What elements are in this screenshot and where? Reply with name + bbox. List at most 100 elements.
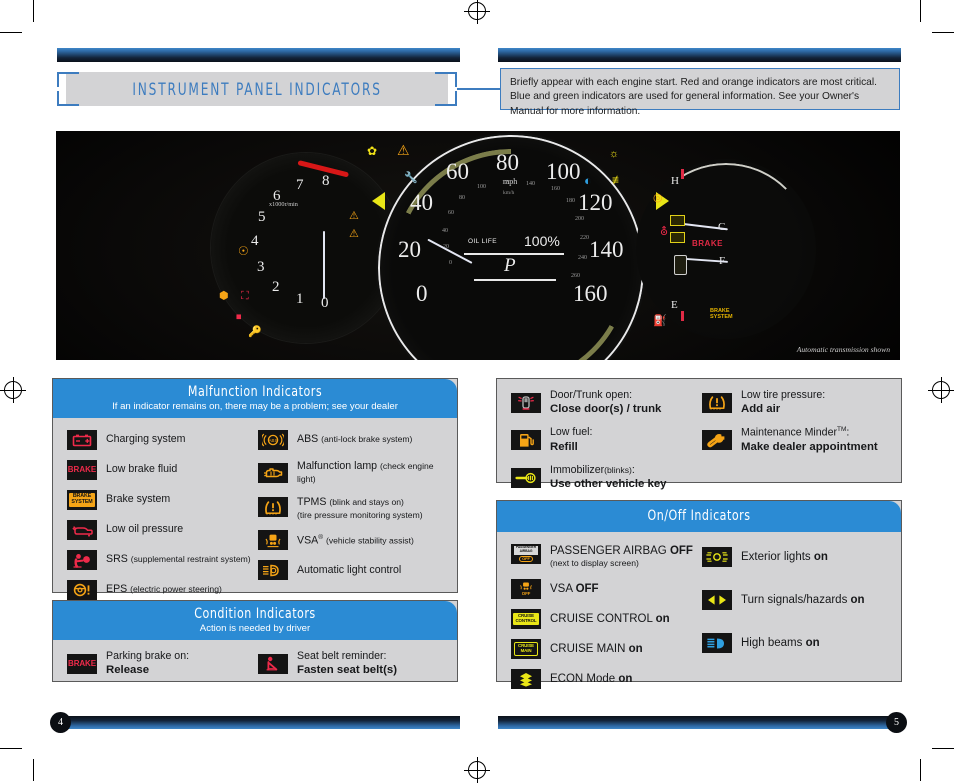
tpms-telltale-icon: ⚠ xyxy=(397,142,410,158)
list-item-label: ABS (anti-lock brake system) xyxy=(297,433,413,446)
speed-kmh-220: 220 xyxy=(580,235,589,241)
list-item[interactable]: VSA® (vehicle stability assist) xyxy=(258,530,445,551)
turn-signal-icon xyxy=(702,590,732,610)
crop-mark xyxy=(0,32,22,33)
passenger-airbag-off-icon: PASSENGER AIRBAG OFF xyxy=(511,544,541,564)
reminder-indicators-panel: Door/Trunk open: Close door(s) / trunk L… xyxy=(496,378,902,490)
speed-kmh-200: 200 xyxy=(575,216,584,222)
immobilizer-icon xyxy=(511,467,541,488)
list-item-label: Automatic light control xyxy=(297,563,402,576)
list-item-label: CRUISE CONTROL on xyxy=(550,612,670,625)
speed-kmh-120: 120 xyxy=(502,180,511,186)
list-item[interactable]: CRUISE CONTROL CRUISE CONTROL on xyxy=(511,609,698,630)
list-item-label: TPMS (blink and stays on) (tire pressure… xyxy=(297,496,423,520)
low-brake-fluid-icon: BRAKE xyxy=(67,460,97,480)
status-word: on xyxy=(805,636,820,649)
list-item[interactable]: Low fuel: Refill xyxy=(511,426,698,453)
list-item[interactable]: Seat belt reminder: Fasten seat belt(s) xyxy=(258,650,445,677)
dashboard-background: x1000r/min 8 7 6 5 4 3 2 1 0 80 mph 60 1… xyxy=(56,131,900,360)
list-item[interactable]: BRAKE SYSTEM Brake system xyxy=(67,490,254,510)
list-item-note: (vehicle stability assist) xyxy=(325,535,414,546)
list-item-label: SRS (supplemental restraint system) xyxy=(106,553,251,566)
list-item[interactable]: Exterior lights on xyxy=(702,547,889,567)
high-beam-telltale-icon: ◐ xyxy=(584,173,592,188)
speed-tick-20: 20 xyxy=(398,237,421,262)
list-item[interactable]: High beams on xyxy=(702,633,889,653)
list-item-label: VSA® (vehicle stability assist) xyxy=(297,533,414,547)
list-item-label: Seat belt reminder: Fasten seat belt(s) xyxy=(297,650,398,677)
seat-belt-reminder-icon xyxy=(258,653,288,674)
list-item[interactable]: Low tire pressure: Add air xyxy=(702,389,889,416)
list-item[interactable]: Door/Trunk open: Close door(s) / trunk xyxy=(511,389,698,416)
list-item[interactable]: Automatic light control xyxy=(258,560,445,581)
econ-mode-icon xyxy=(511,669,541,690)
list-item[interactable]: CRUISE MAIN CRUISE MAIN on xyxy=(511,639,698,660)
list-item-label: Malfunction lamp (check engine light) xyxy=(297,460,434,485)
speed-tick-120: 120 xyxy=(578,190,613,215)
malfunction-indicators-panel: Malfunction Indicators If an indicator r… xyxy=(52,378,458,600)
onoff-panel-title: On/Off Indicators xyxy=(647,508,751,524)
exterior-lights-telltale-icon: ☼ xyxy=(609,148,620,160)
list-item-action: Use other vehicle key xyxy=(550,478,667,491)
list-item[interactable]: Charging system xyxy=(67,430,254,450)
bracket-bottom-right xyxy=(435,91,457,106)
list-item[interactable]: PASSENGER AIRBAG OFF PASSENGER AIRBAG OFF… xyxy=(511,544,698,569)
speed-kmh-80: 80 xyxy=(459,195,465,201)
list-item-label: Low tire pressure: Add air xyxy=(741,389,826,416)
page-number-right-badge: 5 xyxy=(886,712,907,733)
list-item[interactable]: TPMS (blink and stays on) (tire pressure… xyxy=(258,496,445,520)
instrument-panel-photo: x1000r/min 8 7 6 5 4 3 2 1 0 80 mph 60 1… xyxy=(56,131,900,360)
list-item-label: High beams on xyxy=(741,636,820,649)
reminder-panel-body: Door/Trunk open: Close door(s) / trunk L… xyxy=(497,379,901,499)
oil-life-value: 100% xyxy=(524,233,560,249)
page-title: INSTRUMENT PANEL INDICATORS xyxy=(132,79,382,99)
tach-tick-3: 3 xyxy=(257,259,265,275)
list-item[interactable]: EPS (electric power steering) xyxy=(67,580,254,600)
tpms-icon xyxy=(258,497,288,518)
condition-panel-body: BRAKE Parking brake on: Release Seat bel… xyxy=(53,640,457,685)
list-item[interactable]: Maintenance MinderTM: Make dealer appoin… xyxy=(702,426,889,454)
fog-light-telltale-icon: ≢ xyxy=(612,173,624,187)
list-item[interactable]: OFF VSA OFF xyxy=(511,579,698,600)
list-item-label: Door/Trunk open: Close door(s) / trunk xyxy=(550,389,662,416)
speed-kmh-0: 0 xyxy=(449,260,452,266)
list-item-label: Low oil pressure xyxy=(106,523,184,536)
vsa-off-telltale-icon: ⚠ xyxy=(349,228,359,240)
list-item[interactable]: Low oil pressure xyxy=(67,520,254,540)
list-item-label: ECON Mode on xyxy=(550,672,633,685)
list-item[interactable]: Malfunction lamp (check engine light) xyxy=(258,460,445,486)
cruise-control-telltale-icon xyxy=(670,232,685,243)
list-item-label: Low fuel: Refill xyxy=(550,426,593,453)
list-item[interactable]: Turn signals/hazards on xyxy=(702,590,889,610)
automatic-light-control-icon xyxy=(258,560,288,581)
list-item-note: (next to display screen) xyxy=(550,558,639,569)
temp-high-label: H xyxy=(671,175,679,187)
list-item-label: PASSENGER AIRBAG OFF (next to display sc… xyxy=(550,545,693,569)
list-item-note: (supplemental restraint system) xyxy=(130,554,251,565)
list-item[interactable]: BRAKE Parking brake on: Release xyxy=(67,650,254,677)
speed-tick-100: 100 xyxy=(546,159,581,184)
onoff-panel-body: PASSENGER AIRBAG OFF PASSENGER AIRBAG OFF… xyxy=(497,532,901,697)
speed-kmh-160: 160 xyxy=(551,186,560,192)
page-number-right: 5 xyxy=(894,717,899,728)
tach-tick-7: 7 xyxy=(296,177,304,193)
list-item[interactable]: ECON Mode on xyxy=(511,669,698,690)
tach-tick-1: 1 xyxy=(296,291,304,307)
list-item-action: Add air xyxy=(741,403,781,416)
oil-life-label: OIL LIFE xyxy=(468,238,497,245)
status-word: OFF xyxy=(669,545,693,557)
speed-tick-0: 0 xyxy=(416,281,428,306)
manual-page: INSTRUMENT PANEL INDICATORS Briefly appe… xyxy=(0,0,954,783)
list-item-label: Low brake fluid xyxy=(106,463,178,476)
registration-mark xyxy=(464,0,490,24)
list-item-action: Release xyxy=(106,664,150,677)
list-item[interactable]: ABS ABS (anti-lock brake system) xyxy=(258,430,445,450)
tach-tick-2: 2 xyxy=(272,279,280,295)
vsa-telltale-icon: ⚠ xyxy=(349,210,359,222)
list-item[interactable]: SRS (supplemental restraint system) xyxy=(67,550,254,570)
list-item[interactable]: BRAKE Low brake fluid xyxy=(67,460,254,480)
speed-tick-140: 140 xyxy=(589,237,624,262)
list-item[interactable]: Immobilizer(blinks): Use other vehicle k… xyxy=(511,464,698,491)
speed-kmh-140: 140 xyxy=(526,181,535,187)
speed-kmh-100: 100 xyxy=(477,184,486,190)
